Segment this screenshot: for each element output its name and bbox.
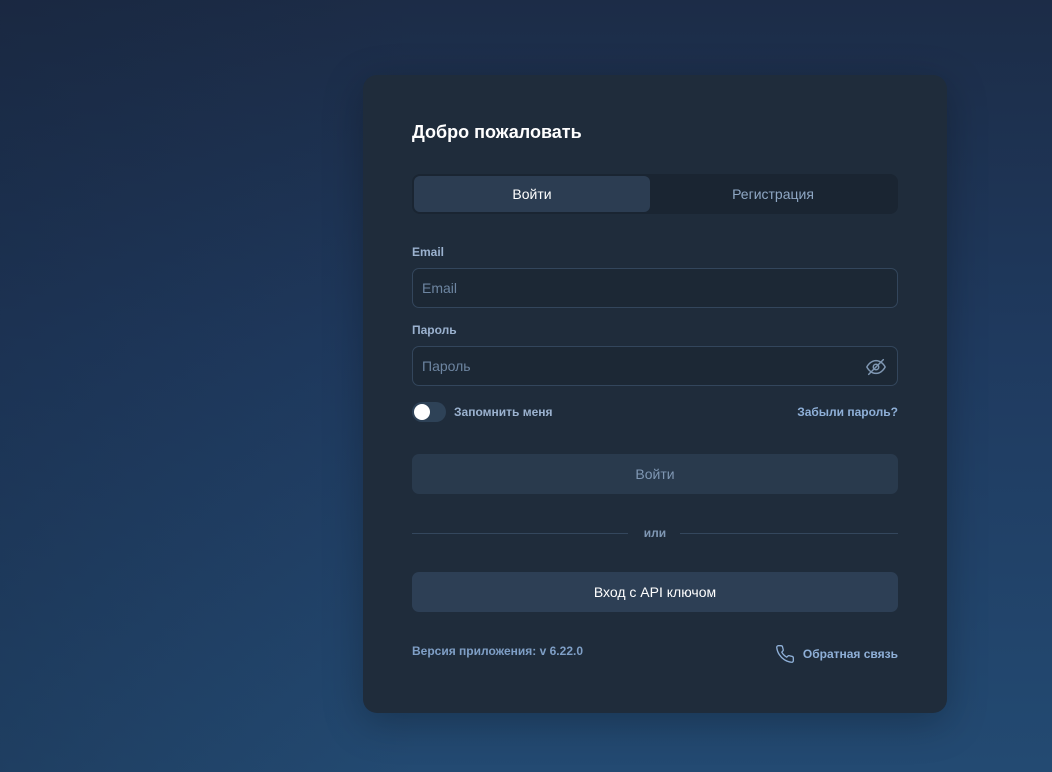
password-label: Пароль bbox=[412, 323, 457, 337]
remember-me-label: Запомнить меня bbox=[454, 405, 553, 419]
auth-tabs: Войти Регистрация bbox=[412, 174, 898, 214]
or-divider: или bbox=[412, 525, 898, 541]
email-label: Email bbox=[412, 245, 445, 259]
email-field-wrapper bbox=[412, 268, 898, 308]
login-card: Добро пожаловать Войти Регистрация Email… bbox=[363, 75, 947, 713]
app-version: Версия приложения: v 6.22.0 bbox=[412, 644, 583, 658]
login-button[interactable]: Войти bbox=[412, 454, 898, 494]
divider-line-right bbox=[680, 533, 898, 534]
feedback-label: Обратная связь bbox=[802, 647, 898, 661]
feedback-link[interactable]: Обратная связь bbox=[775, 644, 898, 664]
api-key-login-button[interactable]: Вход с API ключом bbox=[412, 572, 898, 612]
password-field-wrapper bbox=[412, 346, 898, 386]
tab-login[interactable]: Войти bbox=[414, 176, 650, 212]
password-field[interactable] bbox=[413, 347, 897, 385]
phone-icon bbox=[775, 644, 794, 663]
eye-off-icon[interactable] bbox=[865, 356, 887, 378]
toggle-knob bbox=[414, 404, 430, 420]
page-title: Добро пожаловать bbox=[412, 122, 582, 142]
forgot-password-link[interactable]: Забыли пароль? bbox=[797, 405, 898, 419]
tab-register[interactable]: Регистрация bbox=[650, 176, 896, 212]
remember-me-toggle[interactable] bbox=[412, 402, 446, 422]
email-field[interactable] bbox=[413, 269, 897, 307]
